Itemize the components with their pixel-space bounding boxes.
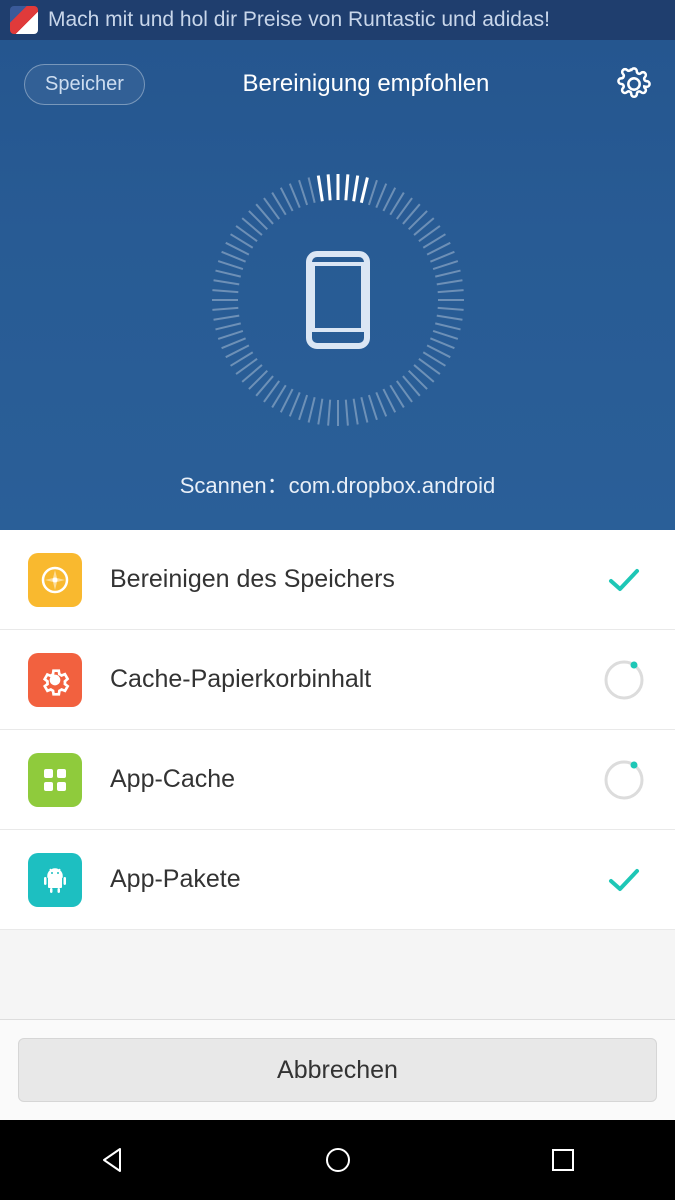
nav-recent-button[interactable] bbox=[545, 1142, 581, 1178]
scan-prefix: Scannen： bbox=[180, 473, 289, 498]
scan-package: com.dropbox.android bbox=[289, 473, 496, 498]
scan-category-row[interactable]: App-Cache bbox=[0, 730, 675, 830]
scan-category-row[interactable]: Cache-Papierkorbinhalt bbox=[0, 630, 675, 730]
checkmark-icon bbox=[601, 857, 647, 903]
triangle-back-icon bbox=[98, 1145, 128, 1175]
nav-back-button[interactable] bbox=[95, 1142, 131, 1178]
settings-button[interactable] bbox=[617, 67, 651, 101]
nav-home-button[interactable] bbox=[320, 1142, 356, 1178]
scan-category-row[interactable]: Bereinigen des Speichers bbox=[0, 530, 675, 630]
scan-category-list: Bereinigen des Speichers Cache-Papierkorb… bbox=[0, 530, 675, 930]
page-title: Bereinigung empfohlen bbox=[115, 70, 617, 98]
notification-text: Mach mit und hol dir Preise von Runtasti… bbox=[48, 8, 550, 32]
scan-category-label: Bereinigen des Speichers bbox=[110, 565, 601, 594]
compass-icon bbox=[28, 553, 82, 607]
scan-category-label: App-Pakete bbox=[110, 865, 601, 894]
gear-icon bbox=[617, 67, 651, 101]
square-recent-icon bbox=[549, 1146, 577, 1174]
scan-category-label: App-Cache bbox=[110, 765, 601, 794]
scan-progress-ring bbox=[208, 170, 468, 430]
toolbar: Speicher Bereinigung empfohlen bbox=[0, 40, 675, 110]
header: Speicher Bereinigung empfohlen Scannen：c… bbox=[0, 40, 675, 530]
notification-bar[interactable]: Mach mit und hol dir Preise von Runtasti… bbox=[0, 0, 675, 40]
scan-category-label: Cache-Papierkorbinhalt bbox=[110, 665, 601, 694]
bottom-bar: Abbrechen bbox=[0, 1019, 675, 1120]
cancel-button[interactable]: Abbrechen bbox=[18, 1038, 657, 1102]
grid-icon bbox=[28, 753, 82, 807]
android-icon bbox=[28, 853, 82, 907]
spinner-icon bbox=[601, 657, 647, 703]
circle-home-icon bbox=[323, 1145, 353, 1175]
scan-category-row[interactable]: App-Pakete bbox=[0, 830, 675, 930]
android-nav-bar bbox=[0, 1120, 675, 1200]
gear-icon bbox=[28, 653, 82, 707]
notification-app-icon bbox=[10, 6, 38, 34]
scan-status-text: Scannen：com.dropbox.android bbox=[0, 468, 675, 500]
phone-icon bbox=[303, 250, 373, 350]
spinner-icon bbox=[601, 757, 647, 803]
checkmark-icon bbox=[601, 557, 647, 603]
